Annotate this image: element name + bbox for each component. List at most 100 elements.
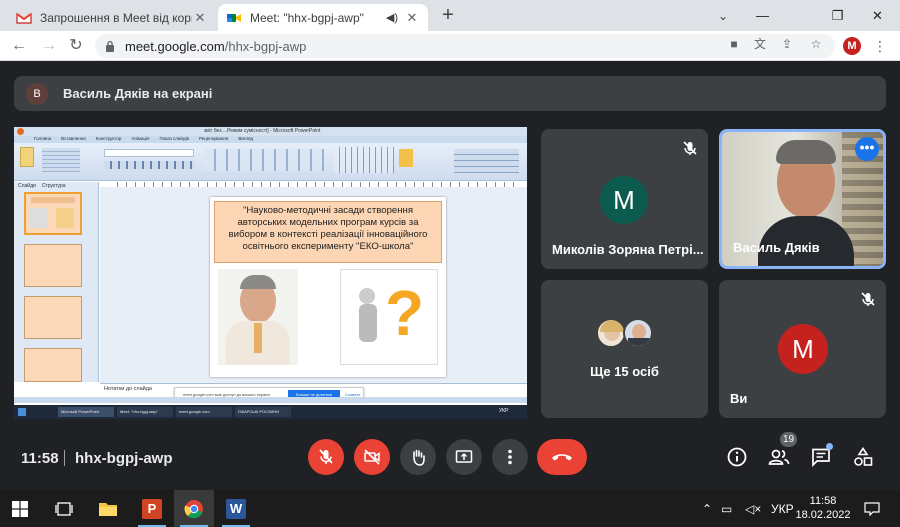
address-bar[interactable]: meet.google.com/hhx-bgpj-awp [95, 34, 835, 58]
url-text: meet.google.com/hhx-bgpj-awp [125, 39, 307, 54]
presenting-banner: B Василь Дяків на екрані [14, 76, 886, 111]
slide-thumbnail [24, 244, 82, 287]
word-button[interactable]: W [216, 490, 256, 527]
presenter-photo [218, 269, 298, 365]
ribbon-group [42, 148, 80, 172]
notifications-icon[interactable] [864, 490, 880, 527]
lock-icon[interactable] [105, 40, 115, 52]
toggle-camera-button[interactable] [354, 439, 390, 475]
translate-icon[interactable]: 文 [752, 36, 768, 52]
notes-label: Нотатки до слайда [104, 386, 152, 392]
system-clock[interactable]: 11:58 18.02.2022 [795, 494, 851, 522]
reload-icon[interactable]: ↻ [65, 36, 87, 56]
new-tab-button[interactable]: + [438, 5, 458, 26]
tab-search-icon[interactable]: ⌄ [713, 6, 733, 26]
profile-avatar[interactable]: M [843, 37, 861, 55]
slides-panel: Слайди Структура [14, 182, 99, 382]
word-icon: W [226, 498, 246, 519]
hand-icon [413, 449, 425, 466]
ppt-tab: Вигляд [238, 136, 254, 141]
self-tile[interactable]: M Ви [719, 280, 886, 418]
activities-button[interactable] [850, 444, 876, 470]
gmail-icon [16, 12, 32, 24]
more-options-button[interactable] [492, 439, 528, 475]
participant-name: Василь Дяків [733, 240, 820, 255]
ppt-tab: Показ слайдів [159, 136, 189, 141]
slide-canvas: "Науково-методичні засади створення авто… [100, 187, 527, 383]
participant-thumbnail [623, 318, 653, 348]
mic-off-icon [683, 141, 697, 155]
more-options-icon[interactable]: ••• [855, 137, 879, 161]
participant-thumbnail [596, 318, 626, 348]
shared-taskbar: Microsoft PowerPoint Meet: "hhx-bgpj-awp… [14, 405, 527, 419]
slide-title: "Науково-методичні засади створення авто… [214, 201, 442, 263]
camera-icon[interactable]: ■ [726, 36, 742, 52]
leave-call-button[interactable] [537, 439, 587, 475]
forward-icon[interactable]: → [38, 36, 60, 56]
speaker-icon[interactable]: ◀) [386, 11, 398, 24]
self-avatar: M [778, 324, 828, 374]
ppt-title-bar: звіт без ...Режим сумісності] - Microsof… [14, 127, 527, 136]
shared-taskbar-item: meet.google.com [176, 407, 232, 417]
close-tab-icon[interactable]: ✕ [192, 10, 208, 26]
meeting-code: hhx-bgpj-awp [75, 450, 173, 467]
ppt-tab: Рецензування [198, 136, 229, 141]
tab-gmail[interactable]: Запрошення в Meet від користу ✕ [8, 4, 216, 31]
ppt-tab: Анімація [131, 136, 150, 141]
participant-tile-active-speaker[interactable]: ••• Василь Дяків [719, 129, 886, 269]
mic-off-icon [319, 449, 333, 464]
powerpoint-button[interactable]: P [132, 490, 172, 527]
tray-overflow-icon[interactable]: ⌃ [702, 490, 712, 527]
start-button[interactable] [0, 490, 40, 527]
shared-tray-lang: УКР [499, 408, 509, 414]
participants-count-badge: 19 [780, 432, 798, 447]
question-mark-icon: ? [385, 277, 425, 349]
slide-thumbnail [24, 296, 82, 339]
clock-time: 11:58 [809, 495, 837, 507]
shared-taskbar-item: Meet: "hhx-bgpj-awp" [117, 407, 173, 417]
participants-button[interactable] [766, 444, 792, 470]
close-tab-icon[interactable]: ✕ [404, 10, 420, 26]
maximize-button[interactable]: ❐ [815, 0, 860, 31]
minimize-button[interactable]: — [740, 0, 785, 31]
google-meet-icon [227, 13, 241, 22]
tab-meet[interactable]: Meet: "hhx-bgpj-awp" ◀) ✕ [218, 4, 428, 31]
participant-avatar: M [600, 176, 648, 224]
people-icon [768, 449, 790, 465]
toggle-mic-button[interactable] [308, 439, 344, 475]
ppt-status-bar [14, 397, 527, 403]
keyboard-language[interactable]: УКР [771, 490, 794, 527]
ppt-window-title: звіт без ...Режим сумісності] - Microsof… [204, 128, 321, 134]
chrome-button[interactable] [174, 490, 214, 527]
raise-hand-button[interactable] [400, 439, 436, 475]
ppt-ribbon [14, 143, 527, 181]
presenting-text: Василь Дяків на екрані [63, 86, 213, 101]
slide-thumbnail [24, 348, 82, 382]
activities-icon [854, 447, 873, 466]
camera-off-icon [364, 449, 380, 465]
network-icon[interactable]: ▭ [721, 490, 732, 527]
windows-logo-icon [12, 500, 28, 517]
editing-group [454, 149, 519, 173]
browser-toolbar: ← → ↻ meet.google.com/hhx-bgpj-awp ■ 文 ⇪… [0, 31, 900, 61]
tab-title: Запрошення в Meet від користу [40, 10, 192, 25]
font-select [104, 149, 194, 157]
ppt-tab: Конструктор [95, 136, 122, 141]
volume-icon[interactable]: ◁× [745, 490, 761, 527]
task-view-button[interactable] [44, 490, 84, 527]
close-window-button[interactable]: ✕ [855, 0, 900, 31]
more-participants-tile[interactable]: Ще 15 осіб [541, 280, 708, 418]
present-screen-button[interactable] [446, 439, 482, 475]
participant-tile[interactable]: M Миколів Зоряна Петрі... [541, 129, 708, 269]
back-icon[interactable]: ← [8, 36, 30, 56]
share-icon[interactable]: ⇪ [779, 36, 795, 52]
powerpoint-icon: P [142, 498, 162, 519]
meeting-details-button[interactable] [724, 444, 750, 470]
windows-taskbar: P W ⌃ ▭ ◁× УКР 11:58 18.02.2022 [0, 490, 900, 527]
office-button-icon [17, 128, 24, 135]
clock-date: 18.02.2022 [795, 509, 851, 521]
file-explorer-button[interactable] [88, 490, 128, 527]
bookmark-star-icon[interactable]: ☆ [808, 36, 824, 52]
browser-menu-icon[interactable]: ⋮ [873, 37, 887, 55]
participant-name: Миколів Зоряна Петрі... [552, 242, 704, 257]
